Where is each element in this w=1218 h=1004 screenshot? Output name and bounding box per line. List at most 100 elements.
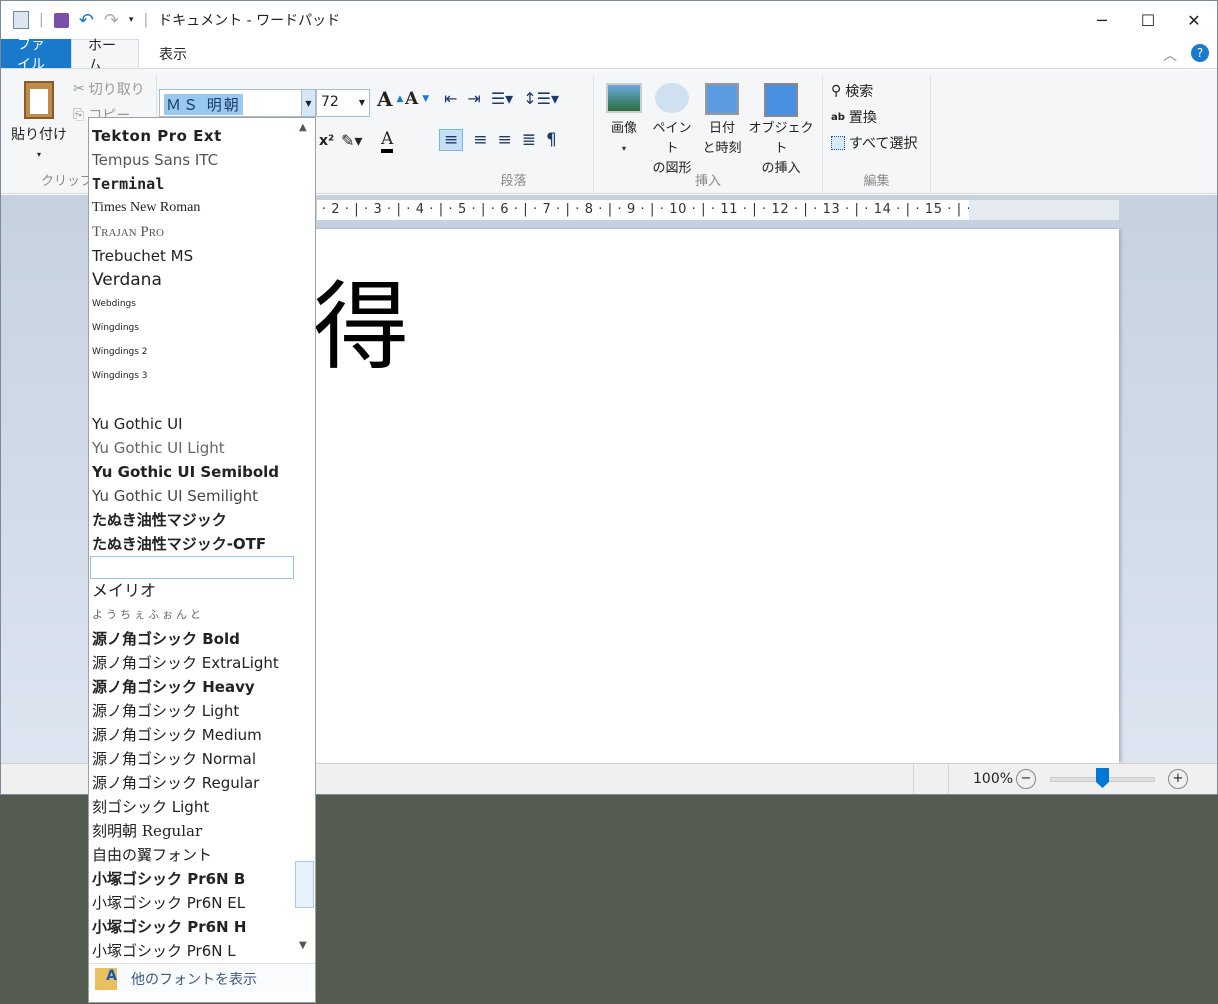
font-list-item[interactable]: Yu Gothic UI <box>89 412 295 436</box>
zoom-level: 100% <box>973 771 1014 787</box>
align-center-icon[interactable]: ≡ <box>473 130 487 150</box>
document-page[interactable]: お買得 <box>121 229 1119 763</box>
font-list-item[interactable]: Yu Gothic UI Light <box>89 436 295 460</box>
font-list-item[interactable]: 小塚ゴシック Pr6N EL <box>89 891 295 915</box>
font-list-item[interactable]: 源ノ角ゴシック Heavy <box>89 675 295 699</box>
font-color-icon[interactable]: A <box>381 129 394 153</box>
font-list-item[interactable]: 源ノ角ゴシック Normal <box>89 747 295 771</box>
highlight-icon[interactable]: ✎▾ <box>341 131 362 150</box>
line-spacing-icon[interactable]: ↕☰▾ <box>523 89 559 108</box>
grow-font-icon[interactable]: A ▲ <box>377 87 403 111</box>
font-list-item[interactable]: たぬき油性マジック-OTF <box>89 532 295 556</box>
font-list-item[interactable]: Wingdings 3 <box>89 364 295 388</box>
scrollbar[interactable]: ▲ ▼ <box>295 118 315 963</box>
zoom-in-button[interactable]: + <box>1168 769 1188 789</box>
font-dropdown-arrow[interactable]: ▼ <box>301 90 315 116</box>
font-list-item[interactable]: Yu Gothic UI Semilight <box>89 484 295 508</box>
font-list-item[interactable]: Trebuchet MS <box>89 244 295 268</box>
font-list-item[interactable]: 源ノ角ゴシック Regular <box>89 771 295 795</box>
ruler-tick-label: 12 <box>771 202 790 217</box>
ruler-tick-label: 15 <box>924 202 943 217</box>
ruler-tick-label: 13 <box>822 202 841 217</box>
font-list-item[interactable]: メイリオ <box>89 579 295 603</box>
align-left-icon[interactable]: ≡ <box>439 129 464 151</box>
paragraph-icon[interactable]: ¶ <box>546 130 557 150</box>
save-icon[interactable] <box>53 12 69 28</box>
font-list-item[interactable]: Verdana <box>89 268 295 292</box>
cut-button[interactable]: ✂ 切り取り <box>73 79 145 99</box>
tab-home[interactable]: ホーム <box>71 38 139 74</box>
scroll-down-icon[interactable]: ▼ <box>299 940 307 951</box>
insert-object-button[interactable]: オブジェクト の挿入 <box>748 83 814 179</box>
font-list-item[interactable]: Trajan Pro <box>89 220 295 244</box>
font-name-combobox[interactable]: ＭＳ 明朝 ▼ <box>159 89 316 117</box>
font-list-item[interactable]: 刻明朝 Regular <box>89 819 295 843</box>
font-list-item[interactable]: 自由の翼フォント <box>89 843 295 867</box>
zoom-out-button[interactable]: − <box>1016 769 1036 789</box>
ruler-tick-label: 10 <box>669 202 687 217</box>
font-list-item-empty[interactable] <box>89 388 295 412</box>
shrink-font-icon[interactable]: A ▼ <box>405 89 429 109</box>
ruler[interactable]: · 2 · | · 3 · | · 4 · | · 5 · | · 6 · | … <box>317 200 1119 220</box>
palette-icon <box>655 83 689 113</box>
replace-button[interactable]: ab 置換 <box>831 107 877 127</box>
wordpad-app-icon[interactable] <box>13 11 29 29</box>
font-list-item[interactable]: たぬき油性マジック <box>89 508 295 532</box>
font-list-item[interactable]: 源ノ角ゴシック Light <box>89 699 295 723</box>
font-list-item[interactable]: 源ノ角ゴシック ExtraLight <box>89 651 295 675</box>
font-size-combobox[interactable]: 72 ▼ <box>316 89 370 117</box>
font-list-item-empty[interactable] <box>90 556 294 579</box>
font-list-item[interactable]: 源ノ角ゴシック Medium <box>89 723 295 747</box>
decrease-indent-icon[interactable]: ⇤ <box>444 89 457 108</box>
font-list-item[interactable]: Tekton Pro Ext <box>89 124 295 148</box>
help-icon[interactable]: ? <box>1191 44 1209 62</box>
bullets-icon[interactable]: ☰▾ <box>491 89 513 108</box>
scrollbar-thumb[interactable] <box>295 861 314 908</box>
font-list-item[interactable]: Tempus Sans ITC <box>89 148 295 172</box>
font-list-item[interactable]: Terminal <box>89 172 295 196</box>
increase-indent-icon[interactable]: ⇥ <box>467 89 480 108</box>
paragraph-group: ⇤ ⇥ ☰▾ ↕☰▾ ≡ ≡ ≡ ≣ ¶ 段落 <box>434 75 594 191</box>
maximize-button[interactable]: ☐ <box>1125 1 1171 39</box>
scroll-up-icon[interactable]: ▲ <box>299 122 307 133</box>
font-list-item[interactable]: 小塚ゴシック Pr6N H <box>89 915 295 939</box>
undo-icon[interactable]: ↶ <box>79 10 94 31</box>
ruler-tick-label: 8 <box>584 202 594 217</box>
tab-file[interactable]: ファイル <box>1 37 71 73</box>
font-list-item[interactable]: 刻ゴシック Light <box>89 795 295 819</box>
close-button[interactable]: ✕ <box>1171 1 1217 39</box>
font-dropdown-list[interactable]: Tekton Pro Ext Tempus Sans ITC Terminal Tim… <box>88 117 316 1003</box>
font-list-item[interactable]: Yu Gothic UI Semibold <box>89 460 295 484</box>
font-list-item[interactable]: Webdings <box>89 292 295 316</box>
font-list-item[interactable]: Wingdings 2 <box>89 340 295 364</box>
ruler-tick-label: 11 <box>720 202 739 217</box>
redo-icon[interactable]: ↷ <box>104 10 119 31</box>
date-time-button[interactable]: 日付 と時刻 <box>698 83 746 159</box>
ruler-tick-label: 9 <box>626 202 636 217</box>
select-all-button[interactable]: すべて選択 <box>831 133 917 153</box>
edit-group: ⚲ 検索 ab 置換 すべて選択 編集 <box>823 75 931 191</box>
paste-button[interactable]: 貼り付け ▾ <box>9 79 69 165</box>
tab-view[interactable]: 表示 <box>139 39 203 69</box>
font-list-item[interactable]: Wingdings <box>89 316 295 340</box>
object-icon <box>764 83 798 117</box>
customize-quick-access-icon[interactable]: ▾ <box>129 15 134 25</box>
more-fonts-button[interactable]: A 他のフォントを表示 <box>89 963 315 993</box>
minimize-button[interactable]: ─ <box>1079 1 1125 39</box>
collapse-ribbon-icon[interactable]: ︿ <box>1163 45 1177 65</box>
paint-drawing-button[interactable]: ペイント の図形 <box>648 83 696 179</box>
font-list-item[interactable]: 小塚ゴシック Pr6N B <box>89 867 295 891</box>
font-list-item[interactable]: 源ノ角ゴシック Bold <box>89 627 295 651</box>
font-list-item[interactable]: Times New Roman <box>89 196 295 220</box>
font-list-item[interactable]: ようちぇふぉんと <box>89 603 295 627</box>
superscript-icon[interactable]: x² <box>319 133 334 149</box>
justify-icon[interactable]: ≣ <box>522 130 536 150</box>
calendar-clock-icon <box>705 83 739 115</box>
font-list-item[interactable]: 小塚ゴシック Pr6N L <box>89 939 295 963</box>
find-button[interactable]: ⚲ 検索 <box>831 81 873 101</box>
zoom-slider-thumb[interactable] <box>1096 768 1109 788</box>
align-right-icon[interactable]: ≡ <box>498 130 512 150</box>
insert-picture-button[interactable]: 画像 ▾ <box>602 83 646 159</box>
title-bar: | ↶ ↷ ▾ | ドキュメント - ワードパッド ─ ☐ ✕ <box>1 1 1217 39</box>
replace-icon: ab <box>831 111 845 123</box>
